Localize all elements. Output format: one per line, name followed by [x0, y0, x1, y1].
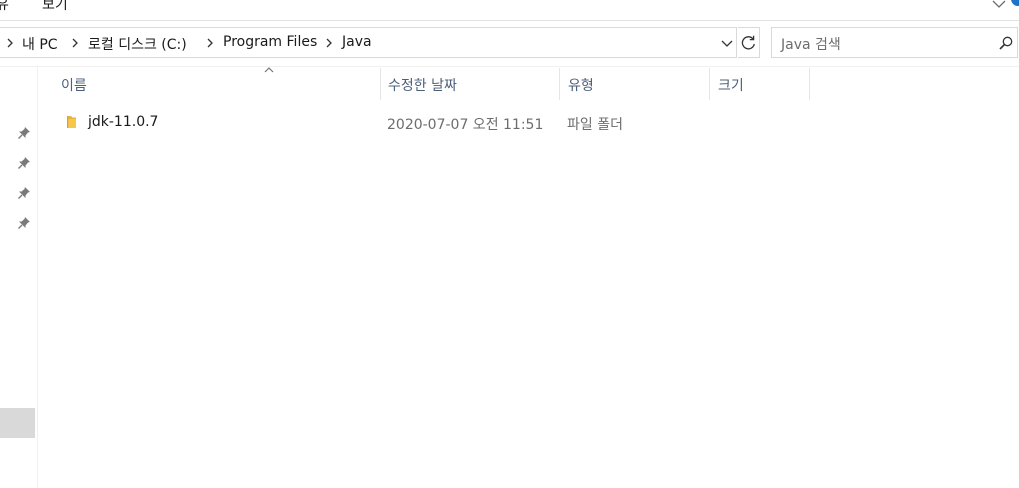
search-icon[interactable]: [998, 35, 1014, 51]
ribbon-tabs: 유 보기: [0, 0, 1019, 21]
sort-ascending-icon: [264, 67, 274, 73]
pin-icon[interactable]: [17, 186, 31, 200]
column-header: 이름 수정한 날짜 유형 크기: [38, 67, 1019, 100]
breadcrumb-chevron-icon[interactable]: [205, 37, 215, 49]
pin-icon[interactable]: [17, 216, 31, 230]
breadcrumb-chevron-icon[interactable]: [324, 37, 334, 49]
breadcrumb-java[interactable]: Java: [342, 34, 372, 50]
breadcrumb-program-files[interactable]: Program Files: [223, 34, 317, 50]
search-box[interactable]: Java 검색: [771, 27, 1018, 58]
file-row[interactable]: jdk-11.0.7 2020-07-07 오전 11:51 파일 폴더: [60, 109, 623, 137]
column-name-label: 이름: [61, 78, 87, 94]
column-type[interactable]: 유형: [560, 68, 710, 100]
refresh-icon: [741, 35, 755, 50]
help-icon[interactable]: [1011, 0, 1019, 6]
file-date: 2020-07-07 오전 11:51: [387, 117, 544, 133]
breadcrumb-chevron-icon[interactable]: [70, 37, 80, 49]
column-type-label: 유형: [568, 78, 594, 94]
file-name[interactable]: jdk-11.0.7: [88, 114, 158, 130]
column-date[interactable]: 수정한 날짜: [380, 68, 560, 100]
address-history-dropdown-icon[interactable]: [719, 35, 735, 51]
address-row: 내 PC 로컬 디스크 (C:) Program Files Java Java…: [0, 27, 1019, 58]
breadcrumb-this-pc[interactable]: 내 PC: [22, 34, 58, 54]
navigation-pane: [0, 67, 38, 488]
refresh-button[interactable]: [738, 27, 760, 58]
breadcrumb-chevron-icon[interactable]: [5, 37, 15, 49]
folder-icon: [67, 116, 76, 128]
address-bar[interactable]: 내 PC 로컬 디스크 (C:) Program Files Java: [0, 27, 737, 58]
search-placeholder: Java 검색: [781, 37, 841, 53]
pin-icon[interactable]: [17, 126, 31, 140]
file-type: 파일 폴더: [567, 117, 623, 133]
column-date-label: 수정한 날짜: [388, 78, 457, 94]
column-name[interactable]: 이름: [53, 67, 381, 100]
divider: [0, 66, 1019, 67]
tab-share[interactable]: 유: [0, 0, 9, 14]
column-size[interactable]: 크기: [710, 68, 810, 100]
pin-icon[interactable]: [17, 156, 31, 170]
column-divider[interactable]: [809, 68, 810, 100]
column-size-label: 크기: [718, 78, 744, 94]
tab-view[interactable]: 보기: [42, 0, 68, 14]
breadcrumb-local-disk[interactable]: 로컬 디스크 (C:): [88, 34, 187, 54]
nav-selected-item[interactable]: [0, 408, 35, 438]
ribbon-expand-chevron-icon[interactable]: [991, 0, 1007, 12]
